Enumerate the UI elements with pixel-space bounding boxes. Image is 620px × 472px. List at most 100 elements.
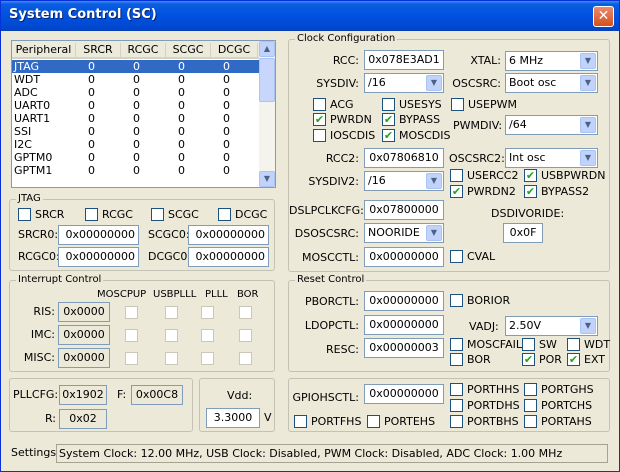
misc--usbplll-checkbox (165, 352, 178, 365)
usercc2-checkbox[interactable] (450, 169, 463, 182)
chevron-down-icon: ▼ (580, 53, 596, 69)
pwmdiv-value: /64 (509, 118, 527, 131)
value-cell: 0 (88, 164, 95, 177)
reset-flag-por-checkbox[interactable]: ✔ (522, 353, 535, 366)
vdd-field[interactable]: 3.3000 (206, 408, 260, 428)
portchs-checkbox[interactable] (524, 399, 537, 412)
oscsrc2-select[interactable]: Int osc ▼ (505, 148, 598, 168)
value-cell: 0 (223, 60, 230, 73)
table-row[interactable]: SSI 0 0 0 0 (12, 125, 260, 138)
table-row[interactable]: WDT 0 0 0 0 (12, 73, 260, 86)
portehs-checkbox[interactable] (367, 415, 380, 428)
acg-checkbox[interactable] (313, 98, 326, 111)
rcc-field[interactable]: 0x078E3AD1 (364, 50, 444, 70)
moscdis-checkbox[interactable]: ✔ (382, 129, 395, 142)
reset-flag-ext-label: EXT (584, 353, 606, 366)
table-row[interactable]: JTAG 0 0 0 0 (12, 60, 260, 73)
peripheral-name-cell: I2C (14, 138, 32, 151)
usepwm-checkbox[interactable] (451, 98, 464, 111)
reset-flag-bor-checkbox[interactable] (450, 353, 463, 366)
dsdivoride-label: DSDIVORIDE: (491, 207, 565, 220)
pwrdn-checkbox[interactable]: ✔ (313, 113, 326, 126)
rcgc0-field[interactable]: 0x00000000 (58, 247, 139, 267)
table-row[interactable]: GPTM0 0 0 0 0 (12, 151, 260, 164)
oscsrc-select[interactable]: Boot osc ▼ (505, 73, 598, 93)
sysdiv2-select[interactable]: /16 ▼ (364, 171, 444, 191)
bypass-checkbox[interactable]: ✔ (382, 113, 395, 126)
close-button[interactable]: ✕ (593, 6, 614, 27)
srcr0-field[interactable]: 0x00000000 (58, 225, 139, 245)
dsoscsrc-select[interactable]: NOORIDE ▼ (364, 223, 444, 243)
xtal-select[interactable]: 6 MHz ▼ (505, 51, 598, 71)
reset-flag-wdt-checkbox[interactable] (567, 338, 580, 351)
cval-checkbox[interactable] (450, 250, 463, 263)
usesys-checkbox[interactable] (382, 98, 395, 111)
pborctl-field[interactable]: 0x00000000 (364, 291, 444, 311)
list-scrollbar[interactable]: ▲ ▼ (259, 41, 275, 187)
peripheral-list[interactable]: Peripheral SRCR RCGC SCGC DCGC JTAG 0 0 0 0 W… (11, 40, 276, 188)
title-bar[interactable]: System Control (SC) ✕ (1, 1, 619, 31)
reset-flag-sw-checkbox[interactable] (522, 338, 535, 351)
table-row[interactable]: I2C 0 0 0 0 (12, 138, 260, 151)
dslpclkcfg-field[interactable]: 0x07800000 (364, 200, 444, 220)
jtag-srcr-checkbox[interactable] (18, 208, 31, 221)
column-header-scgc[interactable]: SCGC (166, 43, 211, 57)
column-header-dcgc[interactable]: DCGC (211, 43, 258, 57)
usercc2-label: USERCC2 (467, 169, 519, 182)
ioscdis-checkbox[interactable] (313, 129, 326, 142)
borior-checkbox[interactable] (450, 294, 463, 307)
chevron-down-icon: ▼ (580, 117, 596, 133)
reset-flag-ext-checkbox[interactable]: ✔ (567, 353, 580, 366)
imc--usbplll-checkbox (165, 329, 178, 342)
dcgc0-field[interactable]: 0x00000000 (188, 247, 269, 267)
scroll-thumb[interactable] (259, 58, 275, 102)
value-cell: 0 (133, 99, 140, 112)
jtag-rcgc-checkbox[interactable] (85, 208, 98, 221)
value-cell: 0 (223, 164, 230, 177)
table-row[interactable]: ADC 0 0 0 0 (12, 86, 260, 99)
rcc2-field[interactable]: 0x07806810 (364, 148, 444, 168)
scroll-down-button[interactable]: ▼ (259, 171, 275, 187)
vadj-select[interactable]: 2.50V ▼ (505, 316, 598, 336)
misc--bor-checkbox (239, 352, 252, 365)
chevron-up-icon: ▲ (263, 44, 271, 53)
bypass2-checkbox[interactable]: ✔ (524, 185, 537, 198)
reset-flag-wdt-label: WDT (584, 338, 611, 351)
scgc0-field[interactable]: 0x00000000 (188, 225, 269, 245)
reset-flag-moscfail-checkbox[interactable] (450, 338, 463, 351)
peripheral-name-cell: SSI (14, 125, 32, 138)
table-row[interactable]: UART1 0 0 0 0 (12, 112, 260, 125)
ldopctl-field[interactable]: 0x00000000 (364, 315, 444, 335)
pwmdiv-select[interactable]: /64 ▼ (505, 115, 598, 135)
portfhs-checkbox[interactable] (294, 415, 307, 428)
portbhs-checkbox[interactable] (450, 415, 463, 428)
usbpwrdn-checkbox[interactable]: ✔ (524, 169, 537, 182)
portghs-checkbox[interactable] (524, 383, 537, 396)
pwrdn2-checkbox[interactable]: ✔ (450, 185, 463, 198)
column-header-peripheral[interactable]: Peripheral (12, 43, 76, 57)
gpiohsctl-field[interactable]: 0x00000000 (364, 384, 444, 404)
jtag-scgc-label: SCGC (168, 208, 199, 221)
reset-control-legend: Reset Control (295, 274, 367, 286)
porthhs-checkbox[interactable] (450, 383, 463, 396)
table-row[interactable]: GPTM1 0 0 0 0 (12, 164, 260, 177)
value-cell: 0 (178, 99, 185, 112)
window-title: System Control (SC) (9, 7, 157, 22)
column-header-srcr[interactable]: SRCR (76, 43, 121, 57)
imc--bor-checkbox (239, 329, 252, 342)
portdhs-checkbox[interactable] (450, 399, 463, 412)
peripheral-name-cell: JTAG (14, 60, 39, 73)
ris--field: 0x0000 (58, 302, 110, 322)
resc-field[interactable]: 0x00000003 (364, 338, 444, 358)
acg-label: ACG (330, 98, 354, 111)
dsdivoride-field[interactable]: 0x0F (503, 223, 543, 243)
moscctl-field[interactable]: 0x00000000 (364, 247, 444, 267)
usbpwrdn-label: USBPWRDN (541, 169, 606, 182)
portahs-checkbox[interactable] (524, 415, 537, 428)
table-row[interactable]: UART0 0 0 0 0 (12, 99, 260, 112)
scroll-up-button[interactable]: ▲ (259, 41, 275, 57)
column-header-rcgc[interactable]: RCGC (121, 43, 166, 57)
jtag-dcgc-checkbox[interactable] (218, 208, 231, 221)
sysdiv-select[interactable]: /16 ▼ (364, 73, 444, 93)
jtag-scgc-checkbox[interactable] (151, 208, 164, 221)
